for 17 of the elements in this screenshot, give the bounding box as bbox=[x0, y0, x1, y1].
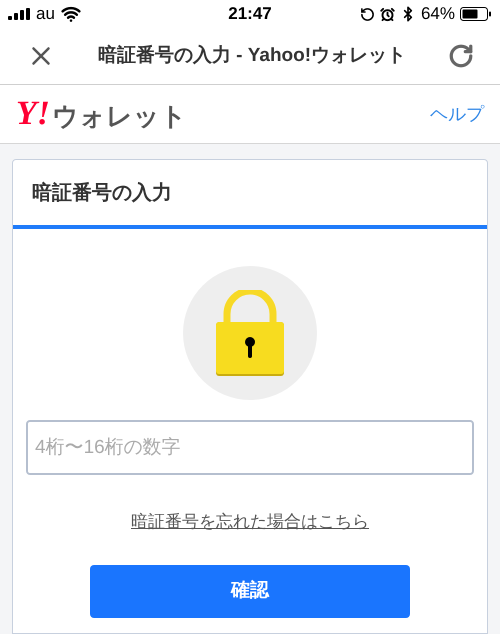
forgot-pin-link[interactable]: 暗証番号を忘れた場合はこちら bbox=[131, 509, 369, 534]
rotation-lock-icon bbox=[360, 6, 375, 22]
pin-input-field[interactable]: 4桁〜16桁の数字 bbox=[26, 420, 474, 475]
battery-icon bbox=[460, 7, 492, 21]
reload-button[interactable] bbox=[448, 43, 474, 69]
signal-icon bbox=[8, 8, 30, 20]
clock-time: 21:47 bbox=[228, 3, 272, 26]
battery-percent: 64% bbox=[420, 3, 455, 26]
wifi-icon bbox=[60, 4, 81, 24]
reload-icon bbox=[448, 43, 474, 69]
card-title: 暗証番号の入力 bbox=[32, 180, 172, 206]
alarm-icon bbox=[380, 6, 395, 22]
carrier-name: au bbox=[36, 3, 55, 26]
help-link[interactable]: ヘルプ bbox=[430, 100, 484, 128]
page-title: 暗証番号の入力 - Yahoo!ウォレット bbox=[98, 44, 406, 68]
wallet-logo[interactable]: Y!ウォレット bbox=[16, 97, 187, 131]
confirm-button[interactable]: 確認 bbox=[90, 564, 410, 618]
